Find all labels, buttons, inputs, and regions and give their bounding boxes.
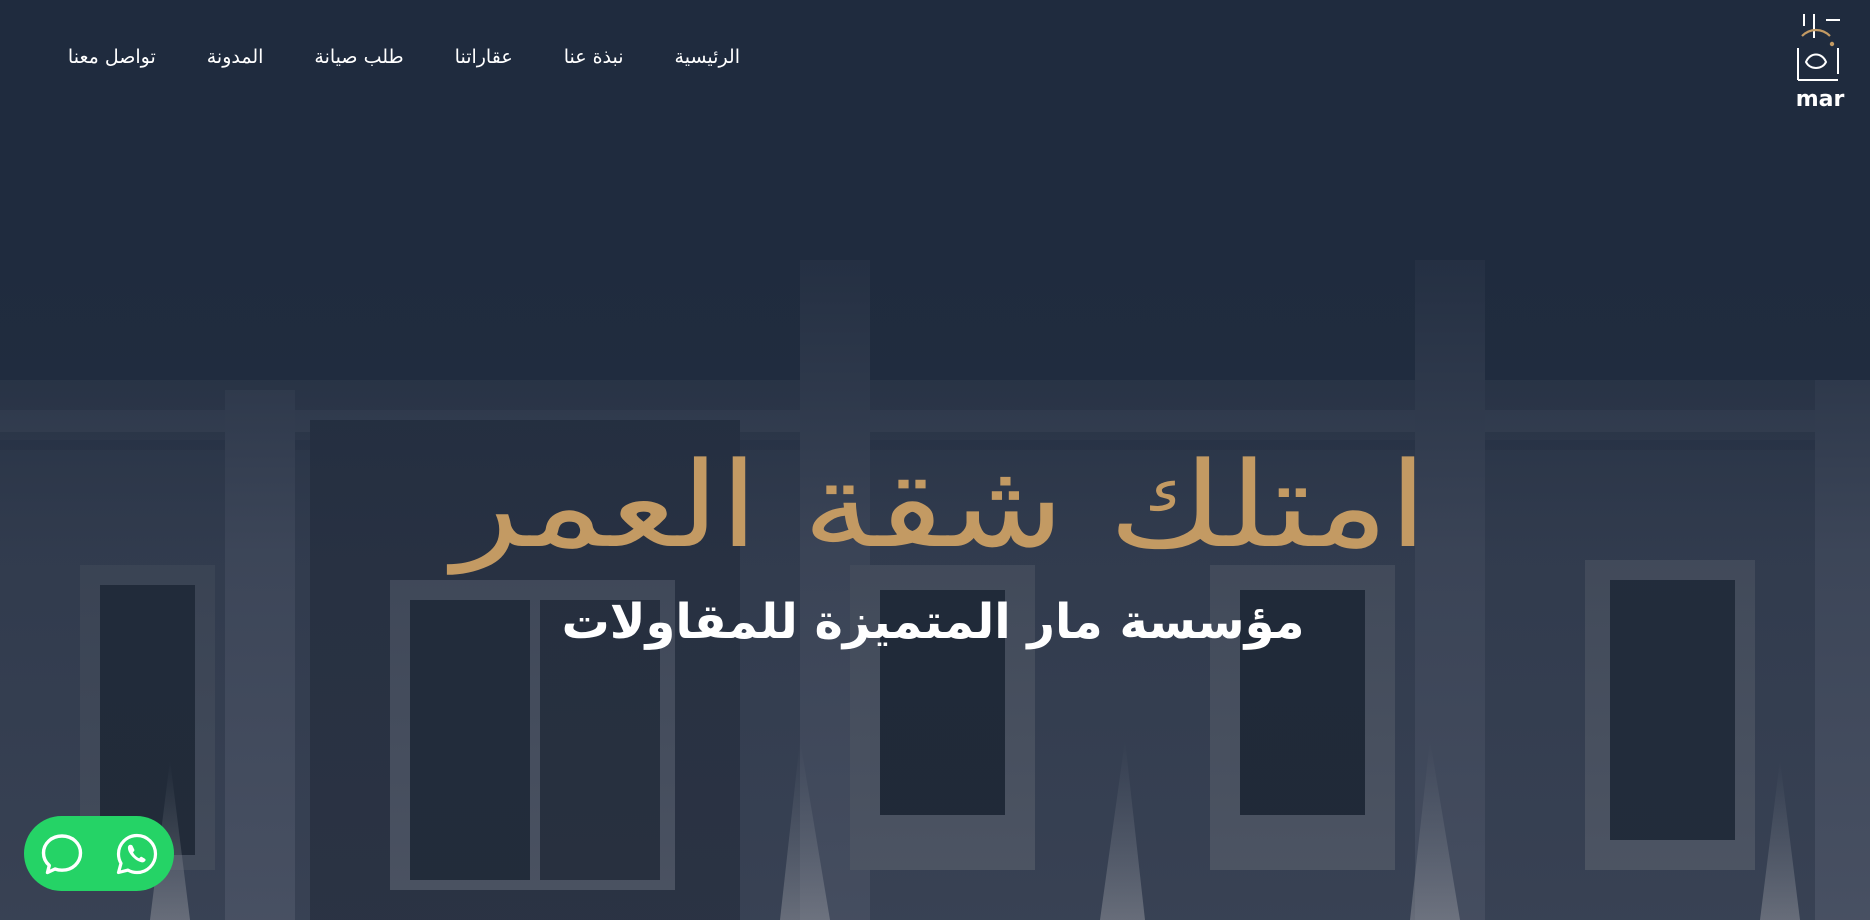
hero-section: امتلك شقة العمر مؤسسة مار المتميزة للمقا…: [0, 430, 1870, 652]
mar-logo[interactable]: mar: [1792, 8, 1848, 112]
nav-item-contact[interactable]: تواصل معنا: [68, 40, 156, 74]
landing-page: mar الرئيسية نبذة عنا عقاراتنا طلب صيانة…: [0, 0, 1870, 920]
mar-logo-icon: mar: [1796, 14, 1845, 112]
chat-bubble-button[interactable]: [38, 830, 86, 878]
hero-title: امتلك شقة العمر: [452, 436, 1430, 574]
nav-item-maintenance[interactable]: طلب صيانة: [314, 40, 403, 74]
logo-text: mar: [1796, 87, 1845, 112]
nav-item-blog[interactable]: المدونة: [207, 40, 264, 74]
whatsapp-icon: [116, 833, 157, 874]
nav-item-properties[interactable]: عقاراتنا: [455, 40, 513, 74]
site-header: mar الرئيسية نبذة عنا عقاراتنا طلب صيانة…: [0, 0, 1870, 115]
hero-subtitle: مؤسسة مار المتميزة للمقاولات: [561, 594, 1305, 650]
main-nav: الرئيسية نبذة عنا عقاراتنا طلب صيانة الم…: [68, 40, 740, 74]
nav-item-about[interactable]: نبذة عنا: [564, 40, 624, 74]
nav-item-home[interactable]: الرئيسية: [675, 40, 740, 74]
floating-contact-buttons: [24, 816, 174, 891]
chat-bubble-icon: [41, 833, 82, 874]
whatsapp-button[interactable]: [113, 830, 161, 878]
